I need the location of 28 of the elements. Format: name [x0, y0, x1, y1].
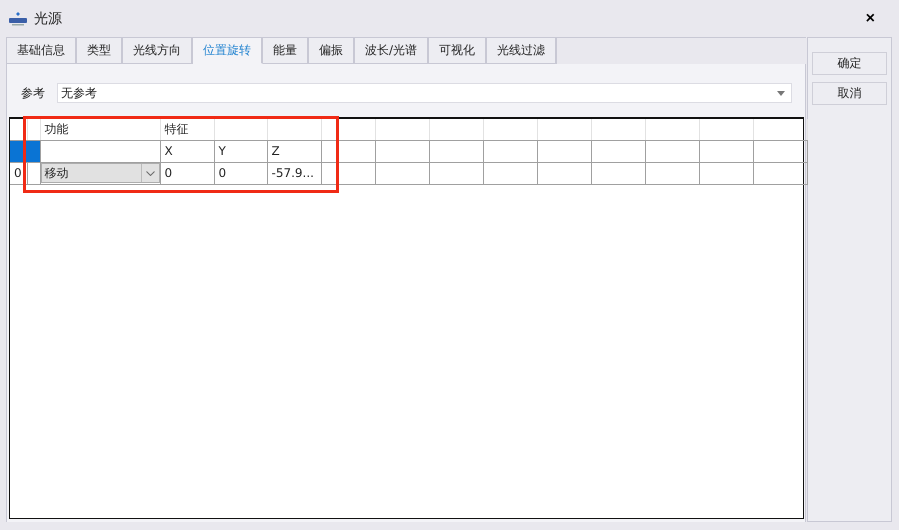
table-cell: 0 — [214, 162, 267, 184]
table-cell: 0 — [160, 162, 214, 184]
app-logo-icon — [8, 12, 28, 26]
column-header: X — [160, 140, 214, 162]
tab[interactable]: 能量 — [263, 38, 309, 64]
window-title: 光源 — [34, 10, 62, 28]
dropdown-arrow-icon — [777, 90, 785, 96]
column-header: 功能 — [40, 119, 160, 140]
tab[interactable]: 偏振 — [309, 38, 355, 64]
tab[interactable]: 光线过滤 — [487, 38, 558, 64]
dialog-button[interactable]: 确定 — [812, 52, 887, 75]
tab[interactable]: 类型 — [77, 38, 123, 64]
table-cell: -57.9... — [267, 162, 321, 184]
tab[interactable]: 波长/光谱 — [355, 38, 430, 64]
tab[interactable]: 光线方向 — [123, 38, 193, 64]
function-dropdown[interactable]: 移动 — [40, 163, 160, 183]
column-header: Y — [214, 140, 267, 162]
reference-label: 参考 — [21, 84, 46, 102]
column-header: Z — [267, 140, 321, 162]
row-number: 0 — [10, 162, 27, 184]
tab[interactable]: 可视化 — [429, 38, 488, 64]
tab[interactable]: 位置旋转 — [193, 38, 263, 64]
close-button[interactable]: × — [862, 10, 879, 28]
column-header: 特征 — [160, 119, 214, 140]
chevron-down-icon — [146, 170, 154, 176]
tab[interactable]: 基础信息 — [7, 38, 77, 64]
reference-dropdown[interactable]: 无参考 — [57, 83, 792, 103]
dialog-button[interactable]: 取消 — [812, 82, 887, 105]
